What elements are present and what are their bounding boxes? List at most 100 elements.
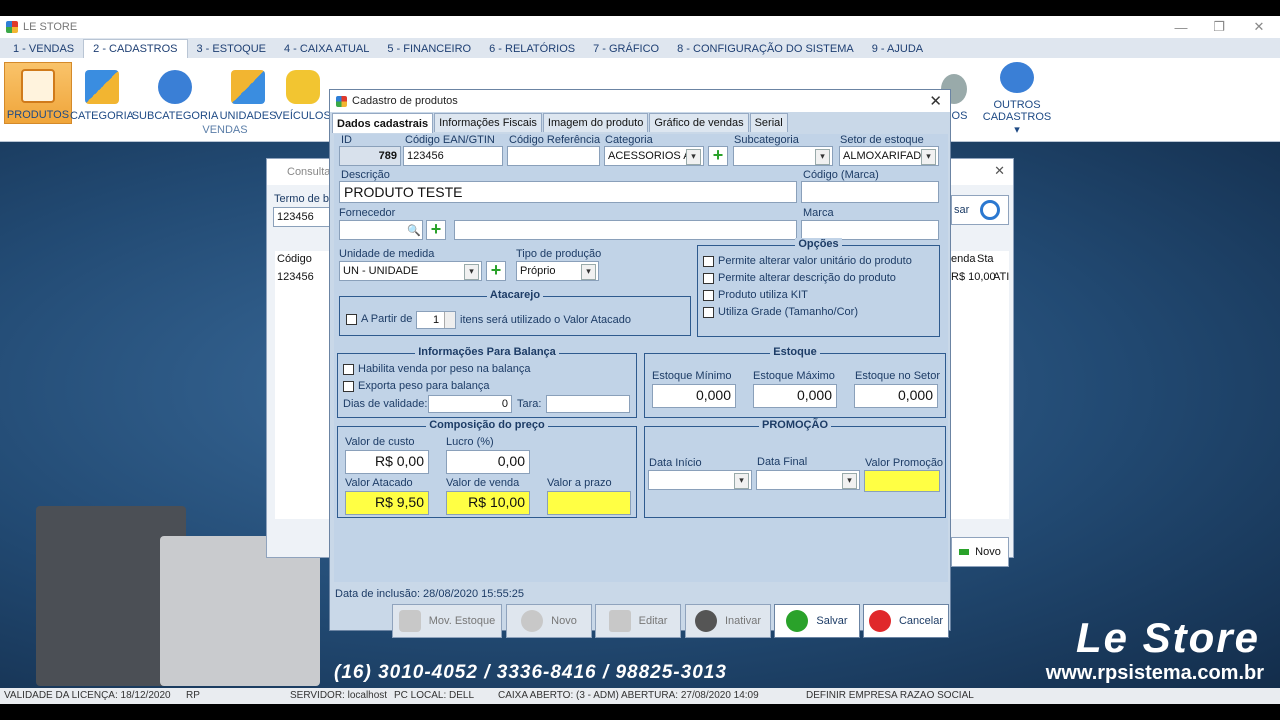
tab-informacoes-fiscais[interactable]: Informações Fiscais bbox=[434, 113, 542, 132]
data-inclusao: Data de inclusão: 28/08/2020 15:55:25 bbox=[335, 588, 524, 600]
balanca-group: Informações Para Balança Habilita venda … bbox=[337, 346, 637, 418]
results-table: Código 123456 bbox=[275, 251, 333, 519]
venda-input[interactable]: R$ 10,00 bbox=[446, 491, 530, 515]
estoque-minimo-input[interactable]: 0,000 bbox=[652, 384, 736, 408]
brand-phones: (16) 3010-4052 / 3336-8416 / 98825-3013 bbox=[334, 662, 727, 683]
veiculos-button[interactable]: VEÍCULOS bbox=[274, 62, 332, 124]
mov-estoque-button[interactable]: Mov. Estoque bbox=[392, 604, 502, 638]
add-unidade-button[interactable]: + bbox=[486, 261, 506, 281]
atacarejo-qty-stepper[interactable]: 1 bbox=[416, 311, 456, 329]
exporta-peso-checkbox[interactable]: Exporta peso para balança bbox=[343, 380, 489, 392]
menu-cadastros[interactable]: 2 - CADASTROS bbox=[83, 39, 188, 58]
menu-estoque[interactable]: 3 - ESTOQUE bbox=[188, 40, 275, 58]
custo-input[interactable]: R$ 0,00 bbox=[345, 450, 429, 474]
unidades-button[interactable]: UNIDADES bbox=[214, 62, 282, 124]
lucro-input[interactable]: 0,00 bbox=[446, 450, 530, 474]
codigo-marca-input[interactable] bbox=[801, 181, 939, 203]
tab-grafico-vendas[interactable]: Gráfico de vendas bbox=[649, 113, 749, 132]
referencia-input[interactable] bbox=[507, 146, 600, 166]
basket-icon bbox=[398, 610, 421, 632]
data-final-picker[interactable] bbox=[756, 470, 860, 490]
estoque-setor-input[interactable]: 0,000 bbox=[854, 384, 938, 408]
close-icon[interactable]: ✕ bbox=[1240, 16, 1278, 38]
categoria-select[interactable]: ACESSORIOS AD bbox=[604, 146, 704, 166]
subcategoria-select[interactable] bbox=[733, 146, 833, 166]
menu-configuracao[interactable]: 8 - CONFIGURAÇÃO DO SISTEMA bbox=[668, 40, 863, 58]
marca-input[interactable] bbox=[801, 220, 939, 240]
opt-kit-label: Produto utiliza KIT bbox=[718, 289, 808, 301]
opt-kit-checkbox[interactable]: Produto utiliza KIT bbox=[703, 289, 808, 301]
search-button[interactable]: sar bbox=[951, 195, 1009, 225]
menu-vendas[interactable]: 1 - VENDAS bbox=[4, 40, 83, 58]
tipo-producao-select[interactable]: Próprio bbox=[516, 261, 599, 281]
app-logo-icon bbox=[6, 21, 18, 33]
novo-button[interactable]: Novo bbox=[506, 604, 592, 638]
tab-imagem-produto[interactable]: Imagem do produto bbox=[542, 113, 649, 132]
cancelar-button[interactable]: Cancelar bbox=[863, 604, 949, 638]
opt-alterar-valor-label: Permite alterar valor unitário do produt… bbox=[718, 255, 912, 267]
minimize-icon[interactable]: — bbox=[1162, 16, 1200, 38]
data-inicio-picker[interactable] bbox=[648, 470, 752, 490]
tab-serial[interactable]: Serial bbox=[749, 113, 788, 132]
dialog-logo-icon bbox=[336, 95, 347, 107]
fornecedor-search-icon[interactable]: 🔍 bbox=[407, 224, 421, 237]
atacado-input[interactable]: R$ 9,50 bbox=[345, 491, 429, 515]
product-box-icon bbox=[21, 69, 55, 103]
veiculos-label: VEÍCULOS bbox=[275, 110, 331, 122]
checkmark-icon bbox=[786, 610, 809, 632]
salvar-button[interactable]: Salvar bbox=[774, 604, 860, 638]
inativar-label: Inativar bbox=[724, 615, 762, 627]
menu-financeiro[interactable]: 5 - FINANCEIRO bbox=[378, 40, 480, 58]
restore-icon[interactable]: ❐ bbox=[1200, 16, 1238, 38]
habilita-peso-checkbox[interactable]: Habilita venda por peso na balança bbox=[343, 363, 530, 375]
promocao-title: PROMOÇÃO bbox=[645, 419, 945, 431]
inativar-button[interactable]: Inativar bbox=[685, 604, 771, 638]
setor-select[interactable]: ALMOXARIFADO bbox=[839, 146, 939, 166]
venda-label: Valor de venda bbox=[446, 477, 520, 489]
add-categoria-button[interactable]: + bbox=[708, 146, 728, 166]
menu-grafico[interactable]: 7 - GRÁFICO bbox=[584, 40, 668, 58]
menu-caixa-atual[interactable]: 4 - CAIXA ATUAL bbox=[275, 40, 378, 58]
valor-promocao-input[interactable] bbox=[864, 470, 940, 492]
pencil-icon bbox=[608, 610, 631, 632]
cadastro-produtos-dialog: Cadastro de produtos ✕ Dados cadastrais … bbox=[329, 89, 951, 638]
categoria-button[interactable]: CATEGORIA bbox=[68, 62, 136, 124]
opt-grade-checkbox[interactable]: Utiliza Grade (Tamanho/Cor) bbox=[703, 306, 858, 318]
menu-relatorios[interactable]: 6 - RELATÓRIOS bbox=[480, 40, 584, 58]
promocao-group: PROMOÇÃO Data Início Data Final Valor Pr… bbox=[644, 419, 946, 518]
consulta-close-icon[interactable]: ✕ bbox=[994, 163, 1005, 179]
estoque-maximo-input[interactable]: 0,000 bbox=[753, 384, 837, 408]
add-stack-icon bbox=[1000, 62, 1034, 93]
termo-input[interactable]: 123456 bbox=[273, 207, 331, 227]
outros-cadastros-button[interactable]: OUTROS CADASTROS ▾ bbox=[982, 62, 1052, 138]
unidade-select[interactable]: UN - UNIDADE bbox=[339, 261, 482, 281]
custo-label: Valor de custo bbox=[345, 436, 415, 448]
opt-alterar-descricao-checkbox[interactable]: Permite alterar descrição do produto bbox=[703, 272, 896, 284]
codigo-marca-label: Código (Marca) bbox=[803, 169, 879, 181]
balanca-title-text: Informações Para Balança bbox=[415, 346, 559, 358]
dialog-close-icon[interactable]: ✕ bbox=[929, 92, 942, 110]
checkbox-box bbox=[343, 363, 354, 375]
prazo-input[interactable] bbox=[547, 491, 631, 515]
produtos-button[interactable]: PRODUTOS bbox=[4, 62, 72, 124]
descricao-input[interactable]: PRODUTO TESTE bbox=[339, 181, 797, 203]
checkbox-box bbox=[703, 272, 714, 284]
add-fornecedor-button[interactable]: + bbox=[426, 220, 446, 240]
novo-consulta-button[interactable]: Novo bbox=[951, 537, 1009, 567]
brand-name: Le Store bbox=[1075, 614, 1260, 661]
subcategoria-button[interactable]: SUBCATEGORIA bbox=[132, 62, 218, 124]
editar-button[interactable]: Editar bbox=[595, 604, 681, 638]
dados-cadastrais-panel: ID 789 Código EAN/GTIN 123456 Código Ref… bbox=[334, 134, 948, 582]
opt-alterar-valor-checkbox[interactable]: Permite alterar valor unitário do produt… bbox=[703, 255, 912, 267]
status-rp: RP bbox=[186, 690, 200, 701]
checkbox-box bbox=[703, 255, 714, 267]
menu-ajuda[interactable]: 9 - AJUDA bbox=[863, 40, 932, 58]
status-caixa: CAIXA ABERTO: (3 - ADM) ABERTURA: 27/08/… bbox=[498, 690, 759, 701]
dias-validade-input[interactable]: 0 bbox=[428, 395, 512, 413]
ean-input[interactable]: 123456 bbox=[403, 146, 503, 166]
inactivate-x-icon bbox=[694, 610, 717, 632]
fornecedor-nome-input[interactable] bbox=[454, 220, 797, 240]
atacarejo-checkbox[interactable]: A Partir de bbox=[346, 313, 412, 325]
tara-input[interactable] bbox=[546, 395, 630, 413]
tab-dados-cadastrais[interactable]: Dados cadastrais bbox=[332, 113, 434, 133]
